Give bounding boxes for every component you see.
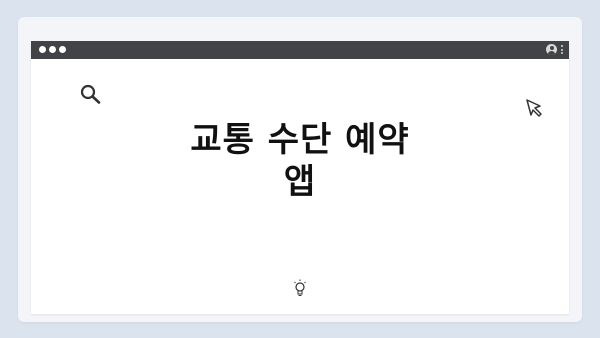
slide-canvas: 교통 수단 예약 앱: [0, 0, 600, 338]
title-line-1: 교통 수단 예약: [190, 120, 410, 160]
window-control-dot[interactable]: [49, 46, 56, 53]
user-icon[interactable]: [546, 44, 557, 55]
search-icon: [80, 84, 101, 104]
browser-window: 교통 수단 예약 앱: [31, 41, 569, 314]
cursor-icon: [526, 99, 542, 117]
window-control-dot[interactable]: [39, 46, 46, 53]
title-line-2: 앱: [283, 162, 317, 202]
lightbulb-icon: [294, 279, 306, 296]
kebab-menu-icon[interactable]: [561, 45, 563, 54]
window-control-dot[interactable]: [59, 46, 66, 53]
browser-titlebar: [31, 41, 569, 59]
page-title: 교통 수단 예약 앱: [31, 119, 569, 203]
titlebar-actions: [546, 44, 563, 55]
window-controls: [39, 46, 66, 53]
